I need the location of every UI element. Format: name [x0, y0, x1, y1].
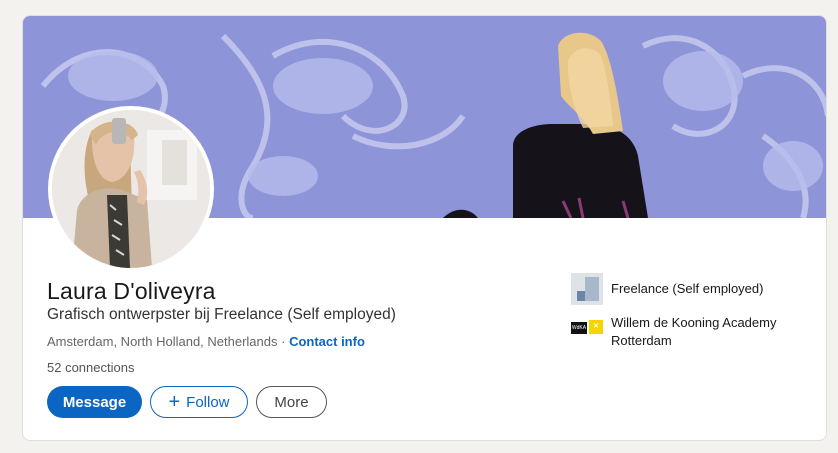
separator: ·: [277, 334, 290, 349]
school-logo-icon: WdKA ✕: [571, 320, 605, 336]
experience-company: Freelance (Self employed): [611, 281, 764, 296]
location-row: Amsterdam, North Holland, Netherlands · …: [47, 334, 365, 349]
follow-button[interactable]: + Follow: [150, 386, 248, 418]
message-button[interactable]: Message: [47, 386, 142, 418]
profile-photo[interactable]: [48, 106, 214, 272]
message-button-label: Message: [62, 393, 127, 411]
more-button-label: More: [274, 393, 309, 411]
profile-card: Laura D'oliveyra Grafisch ontwerpster bi…: [22, 15, 827, 441]
profile-headline: Grafisch ontwerpster bij Freelance (Self…: [47, 306, 396, 323]
company-logo-icon: [571, 273, 603, 305]
connections-count[interactable]: 52 connections: [47, 360, 134, 375]
follow-button-label: Follow: [186, 393, 230, 411]
plus-icon: +: [168, 391, 181, 413]
more-button[interactable]: More: [256, 386, 327, 418]
profile-name: Laura D'oliveyra: [47, 278, 216, 304]
contact-info-link[interactable]: Contact info: [289, 334, 365, 349]
location-text: Amsterdam, North Holland, Netherlands: [47, 334, 278, 349]
education-school: Willem de Kooning Academy Rotterdam: [611, 315, 777, 348]
school-logo-text: WdKA: [571, 322, 587, 334]
